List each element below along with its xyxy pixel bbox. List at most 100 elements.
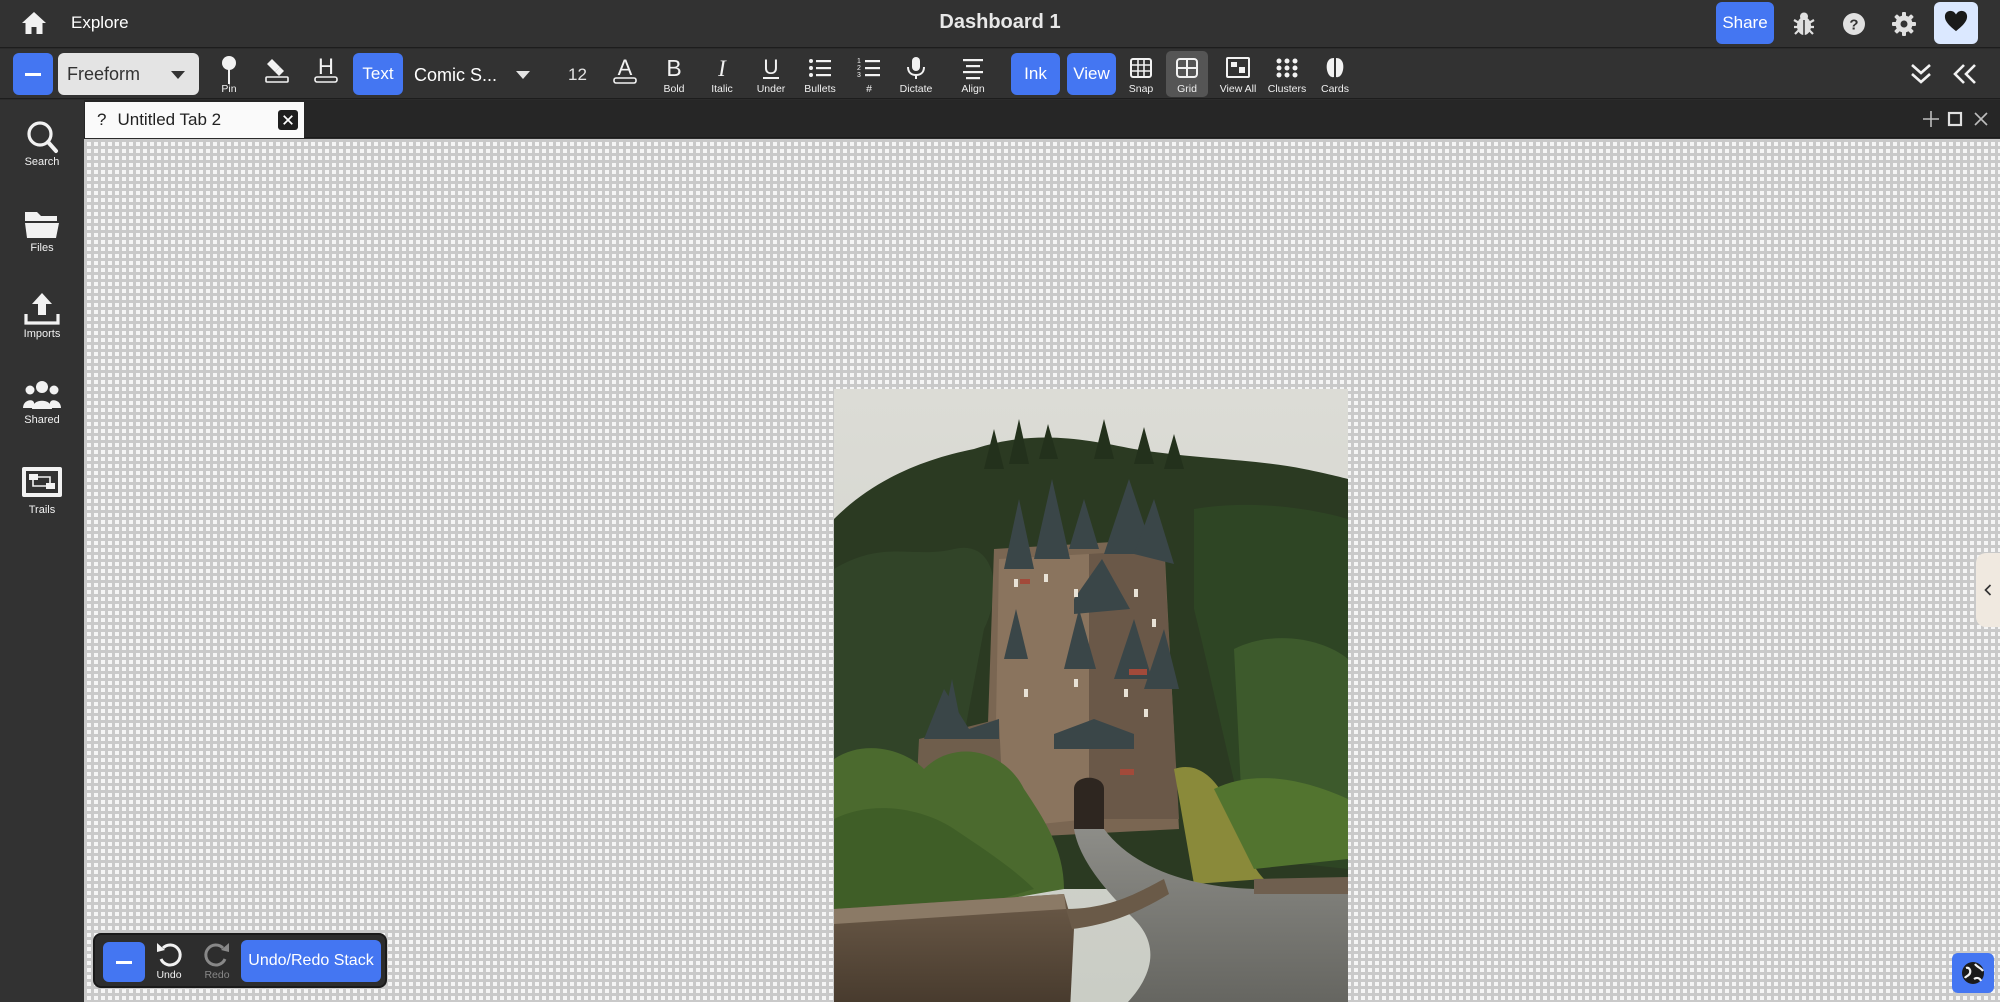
castle-photo[interactable] [834, 389, 1348, 1002]
redo-icon [204, 943, 229, 967]
folder-icon [25, 212, 59, 238]
heart-button[interactable] [1934, 2, 1978, 44]
redo-label: Redo [204, 969, 230, 981]
align-label: Align [961, 83, 985, 95]
underline-tool[interactable]: U Under [748, 51, 794, 97]
tab-status-marker: ? [97, 110, 107, 129]
view-all-label: View All [1219, 83, 1257, 95]
bug-icon[interactable] [1790, 10, 1818, 38]
text-color-tool[interactable]: A [602, 51, 648, 97]
svg-text:3: 3 [857, 72, 861, 79]
tab-untitled[interactable]: ? Untitled Tab 2 [85, 102, 304, 138]
minus-icon [25, 72, 41, 76]
collapse-undo-panel-button[interactable] [103, 942, 145, 982]
text-color-icon: A [613, 55, 637, 84]
ink-button[interactable]: Ink [1011, 53, 1060, 95]
highlighter-tool[interactable] [254, 51, 300, 97]
toolbar: Freeform Pin H Text Comic S... 12 A B Bo… [0, 49, 2000, 99]
numbered-list-tool[interactable]: 123 # [846, 51, 892, 97]
tab-title: Untitled Tab 2 [117, 110, 222, 129]
dictate-tool[interactable]: Dictate [893, 51, 939, 97]
align-icon [963, 59, 983, 80]
svg-text:H: H [318, 55, 334, 79]
pin-label: Pin [221, 83, 237, 95]
svg-text:B: B [666, 55, 681, 81]
align-tool[interactable]: Align [950, 51, 996, 97]
collapse-sidebar-icon[interactable] [1950, 61, 1980, 87]
text-mode-button[interactable]: Text [353, 53, 403, 95]
share-button[interactable]: Share [1716, 2, 1774, 44]
users-icon [23, 381, 61, 409]
italic-tool[interactable]: I Italic [699, 51, 745, 97]
clusters-label: Clusters [1267, 83, 1307, 95]
font-family-select[interactable]: Comic S... [414, 65, 497, 86]
svg-text:U: U [763, 56, 778, 79]
right-panel-handle[interactable] [1976, 553, 2000, 627]
snap-tool[interactable]: Snap [1118, 51, 1164, 97]
undo-label: Undo [156, 969, 182, 981]
heading-tool[interactable]: H [303, 51, 349, 97]
undo-button[interactable]: Undo [149, 939, 189, 985]
explore-link[interactable]: Explore [71, 13, 129, 33]
view-button[interactable]: View [1067, 53, 1116, 95]
bold-icon: B [666, 55, 681, 81]
bullets-label: Bullets [804, 83, 836, 95]
undo-redo-panel: Undo Redo Undo/Redo Stack [93, 933, 387, 988]
undo-redo-stack-button[interactable]: Undo/Redo Stack [241, 940, 381, 982]
snap-icon [1130, 58, 1152, 78]
add-tab-icon[interactable] [1922, 110, 1940, 128]
svg-text:A: A [618, 55, 633, 80]
view-all-tool[interactable]: View All [1215, 51, 1261, 97]
svg-text:?: ? [1849, 17, 1858, 34]
underline-icon: U [763, 56, 779, 79]
close-icon[interactable] [278, 110, 298, 130]
snap-label: Snap [1128, 83, 1154, 95]
maximize-icon[interactable] [1946, 110, 1964, 128]
tab-strip: ? Untitled Tab 2 [84, 100, 2000, 138]
bullets-tool[interactable]: Bullets [797, 51, 843, 97]
underline-label: Under [756, 83, 786, 95]
mode-value: Freeform [67, 63, 141, 84]
sidebar-item-label: Imports [23, 328, 61, 340]
bold-tool[interactable]: B Bold [651, 51, 697, 97]
chevron-down-icon[interactable] [516, 71, 530, 79]
home-icon[interactable] [20, 10, 48, 36]
cards-tool[interactable]: Cards [1312, 51, 1358, 97]
sidebar-item-shared[interactable]: Shared [0, 376, 84, 436]
view-all-icon [1226, 57, 1250, 78]
chevron-left-icon [1984, 584, 1992, 596]
mode-dropdown[interactable]: Freeform [58, 53, 199, 95]
close-pane-icon[interactable] [1972, 110, 1990, 128]
clusters-tool[interactable]: Clusters [1264, 51, 1310, 97]
collapse-toolbar-button[interactable] [13, 53, 53, 95]
freeform-canvas[interactable]: Undo Redo Undo/Redo Stack [84, 139, 2000, 1002]
pin-icon [222, 56, 236, 84]
sidebar-item-trails[interactable]: Trails [0, 462, 84, 522]
bullets-icon [809, 59, 831, 77]
undo-icon [157, 943, 182, 967]
upload-icon [24, 293, 60, 325]
sidebar-item-files[interactable]: Files [0, 204, 84, 264]
font-size-field[interactable]: 12 [568, 65, 587, 85]
sidebar-item-imports[interactable]: Imports [0, 290, 84, 350]
sidebar-item-label: Search [24, 156, 60, 168]
sidebar-item-search[interactable]: Search [0, 118, 84, 178]
globe-button[interactable] [1952, 953, 1994, 993]
top-bar: Explore Dashboard 1 Share ? [0, 0, 2000, 48]
help-icon[interactable]: ? [1840, 10, 1868, 38]
bold-label: Bold [663, 83, 685, 95]
numbered-list-icon: 123 [857, 58, 880, 79]
heart-icon [1943, 9, 1969, 38]
dictate-label: Dictate [899, 83, 933, 95]
gear-icon[interactable] [1890, 10, 1918, 38]
microphone-icon [907, 57, 925, 79]
cards-label: Cards [1320, 83, 1349, 95]
svg-text:2: 2 [857, 65, 861, 72]
expand-toolbar-icon[interactable] [1906, 61, 1936, 87]
search-icon [27, 121, 58, 153]
pin-tool[interactable]: Pin [206, 51, 252, 97]
redo-button[interactable]: Redo [197, 939, 237, 985]
cards-icon [1326, 58, 1344, 78]
grid-tool[interactable]: Grid [1166, 51, 1208, 97]
clusters-icon [1276, 58, 1298, 78]
